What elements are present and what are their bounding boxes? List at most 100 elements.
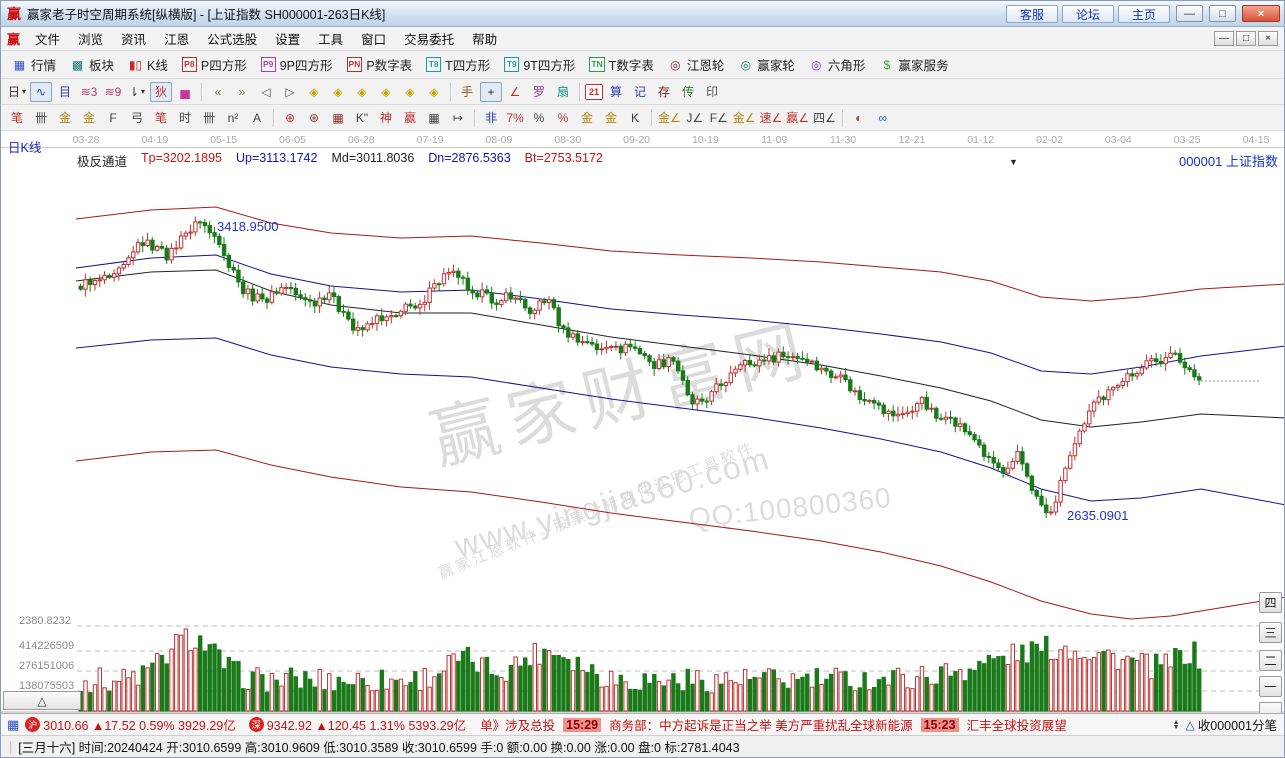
- percent-line-tool[interactable]: %: [552, 108, 574, 128]
- gold-comb-tool[interactable]: 金: [54, 108, 76, 128]
- menu-item-1[interactable]: 浏览: [69, 27, 112, 50]
- notes-tool[interactable]: 记: [629, 82, 651, 102]
- menu-item-6[interactable]: 工具: [309, 27, 352, 50]
- time-circle-tool[interactable]: 时: [174, 108, 196, 128]
- calendar-tool[interactable]: 21: [585, 84, 603, 100]
- diamond-right-button[interactable]: ◈: [327, 82, 349, 102]
- mirror-tool[interactable]: A: [246, 108, 268, 128]
- menu-item-2[interactable]: 资讯: [112, 27, 155, 50]
- menu-item-3[interactable]: 江恩: [155, 27, 198, 50]
- brush-tool[interactable]: 笔: [6, 108, 28, 128]
- restore-button[interactable]: □: [1209, 5, 1236, 22]
- wave-3-tool[interactable]: ≋3: [78, 82, 100, 102]
- cycle-script-tool[interactable]: 弓: [126, 108, 148, 128]
- pane-button-2[interactable]: 二: [1259, 650, 1282, 671]
- minimize-button[interactable]: —: [1176, 5, 1203, 22]
- home-button[interactable]: 主页: [1118, 5, 1170, 23]
- gann-box-tool[interactable]: 罗: [528, 82, 550, 102]
- mdi-minimize-button[interactable]: —: [1214, 31, 1234, 46]
- f-angle-tool[interactable]: F∠: [708, 108, 730, 128]
- diamond-cross-button[interactable]: ◈: [399, 82, 421, 102]
- market-table-button[interactable]: ▦行情: [5, 52, 63, 77]
- shen-grid-tool[interactable]: 神: [375, 108, 397, 128]
- menu-item-4[interactable]: 公式选股: [198, 27, 266, 50]
- news-ticker[interactable]: 单》涉及总投15:29商务部：中方起诉是正当之举 美方严重扰乱全球新能源15:2…: [476, 715, 1169, 734]
- crosshair-tool[interactable]: +: [480, 82, 502, 102]
- grid-123-tool[interactable]: ▦: [423, 108, 445, 128]
- chart-dropdown-icon[interactable]: ▼: [1009, 157, 1018, 167]
- pane-button-1[interactable]: 三: [1259, 622, 1282, 643]
- mdi-restore-button[interactable]: □: [1236, 31, 1256, 46]
- close-button[interactable]: ×: [1242, 5, 1280, 22]
- diamond-left-button[interactable]: ◈: [303, 82, 325, 102]
- t-number-table-button[interactable]: TNT数字表: [582, 52, 660, 77]
- mdi-close-button[interactable]: ×: [1258, 31, 1278, 46]
- column-stats-tool[interactable]: 非: [480, 108, 502, 128]
- region-select-tool[interactable]: ∿: [30, 82, 52, 102]
- star-wheel-tool[interactable]: ⊛: [303, 108, 325, 128]
- k-quote-tool[interactable]: K": [351, 108, 373, 128]
- gold-comb-2-tool[interactable]: 金: [78, 108, 100, 128]
- seek-last-button[interactable]: »: [231, 82, 253, 102]
- gann-fan-tool[interactable]: 扇: [552, 82, 574, 102]
- gold-angle-2-tool[interactable]: 金∠: [732, 108, 757, 128]
- menu-item-9[interactable]: 帮助: [463, 27, 506, 50]
- pane-button-4[interactable]: →: [1259, 702, 1282, 713]
- gann-comb-tool[interactable]: 卌: [30, 108, 52, 128]
- winner-service-button[interactable]: $赢家服务: [872, 52, 955, 77]
- fenxing-tool[interactable]: 狄: [150, 82, 172, 102]
- ticker-spin-control[interactable]: ▲▼: [1173, 720, 1180, 730]
- speed-angle-tool[interactable]: 速∠: [759, 108, 784, 128]
- save-button[interactable]: 存: [653, 82, 675, 102]
- p-square-button[interactable]: P8P四方形: [175, 52, 254, 77]
- winner-wheel-button[interactable]: ◎赢家轮: [731, 52, 802, 77]
- k-brush-tool[interactable]: K: [624, 108, 646, 128]
- p-number-table-button[interactable]: PNP数字表: [340, 52, 420, 77]
- percent-tool[interactable]: %: [528, 108, 550, 128]
- hexagon-button[interactable]: ◎六角形: [802, 52, 873, 77]
- info-list-tool[interactable]: 目: [54, 82, 76, 102]
- comb-2-tool[interactable]: 卌: [198, 108, 220, 128]
- gold-circle-tool[interactable]: 金: [576, 108, 598, 128]
- menu-item-7[interactable]: 窗口: [352, 27, 395, 50]
- four-angle-tool[interactable]: 四∠: [812, 108, 837, 128]
- menu-item-5[interactable]: 设置: [266, 27, 309, 50]
- f-comb-tool[interactable]: F: [102, 108, 124, 128]
- taiji-tool[interactable]: ◐: [848, 108, 870, 128]
- diamond-target-button[interactable]: ◈: [423, 82, 445, 102]
- red-marker-tool[interactable]: 笔: [150, 108, 172, 128]
- color-histogram-tool[interactable]: ▅: [174, 82, 196, 102]
- diamond-hspan-button[interactable]: ◈: [351, 82, 373, 102]
- print-button[interactable]: 印: [701, 82, 723, 102]
- gold-line-tool[interactable]: 金: [600, 108, 622, 128]
- gann-wheel-button[interactable]: ◎江恩轮: [661, 52, 732, 77]
- pin-tool[interactable]: ⇂▾: [126, 82, 148, 102]
- calculator-tool[interactable]: 算: [605, 82, 627, 102]
- prev-bar-button[interactable]: ◁: [255, 82, 277, 102]
- kline-button[interactable]: ▮▯K线: [121, 52, 175, 77]
- ying-angle-tool[interactable]: 赢∠: [785, 108, 810, 128]
- infinity-tool[interactable]: ∞: [872, 108, 894, 128]
- period-selector[interactable]: 日▾: [6, 82, 28, 102]
- transfer-button[interactable]: 传: [677, 82, 699, 102]
- ying-grid-tool[interactable]: 赢: [399, 108, 421, 128]
- menu-item-0[interactable]: 文件: [26, 27, 69, 50]
- n-square-tool[interactable]: n²: [222, 108, 244, 128]
- service-button[interactable]: 客服: [1006, 5, 1058, 23]
- angle-measure-tool[interactable]: ∠: [504, 82, 526, 102]
- menu-item-8[interactable]: 交易委托: [395, 27, 463, 50]
- grid-box-tool[interactable]: ▦: [327, 108, 349, 128]
- market-table-icon[interactable]: ▦: [7, 717, 19, 733]
- gold-angle-tool[interactable]: 金∠: [657, 108, 682, 128]
- arrow-scale-tool[interactable]: ↦: [447, 108, 469, 128]
- wave-9-tool[interactable]: ≋9: [102, 82, 124, 102]
- nine-t-square-button[interactable]: T99T四方形: [497, 52, 582, 77]
- t-square-button[interactable]: T8T四方形: [419, 52, 497, 77]
- j-angle-tool[interactable]: J∠: [684, 108, 706, 128]
- pane-button-0[interactable]: 四: [1259, 592, 1282, 613]
- sectors-button[interactable]: ▩板块: [63, 52, 121, 77]
- seven-percent-tool[interactable]: 7%: [504, 108, 526, 128]
- pane-button-3[interactable]: 一: [1259, 676, 1282, 697]
- nine-p-square-button[interactable]: P99P四方形: [254, 52, 340, 77]
- target-circle-tool[interactable]: ⊕: [279, 108, 301, 128]
